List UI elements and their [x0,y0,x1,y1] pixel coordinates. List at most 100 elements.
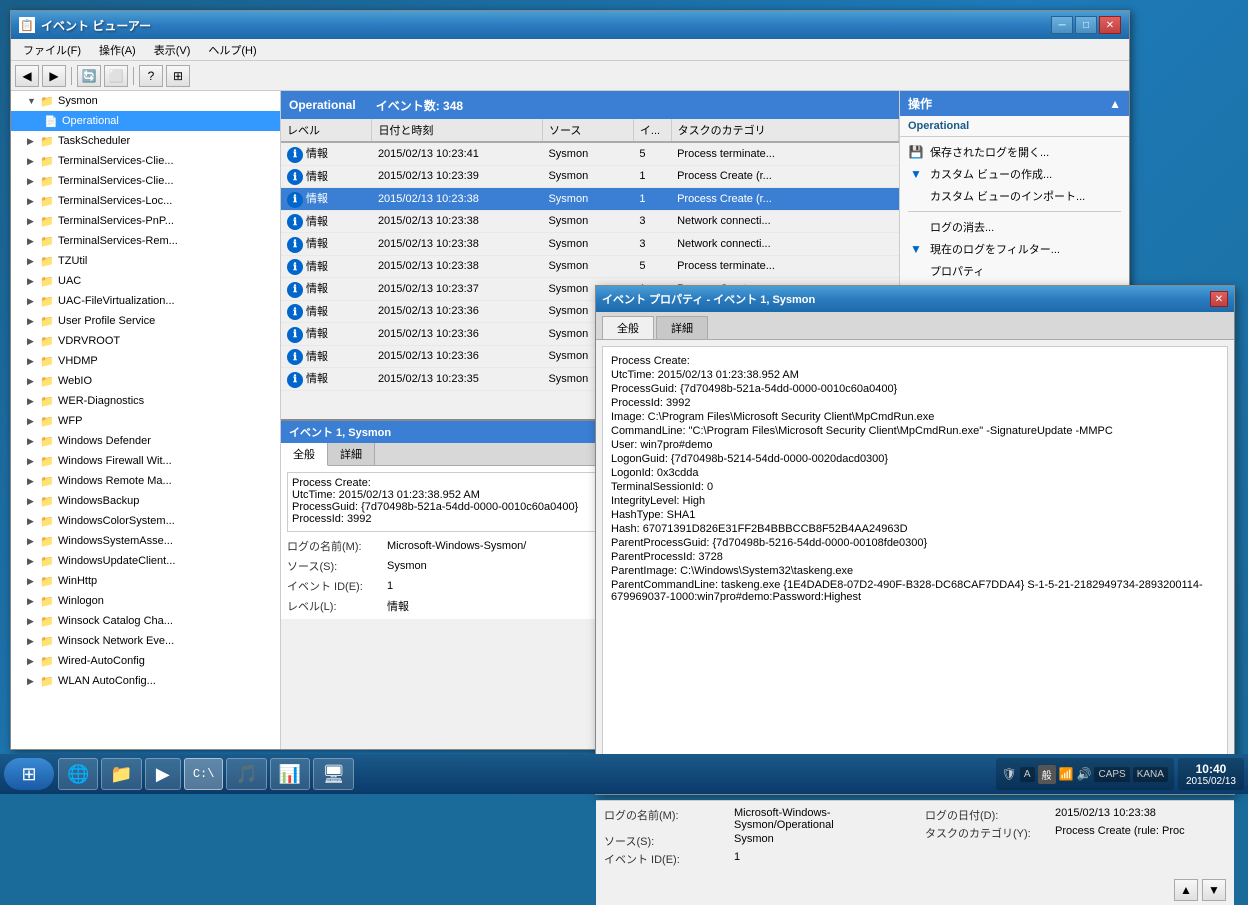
table-row[interactable]: ℹ 情報 2015/02/13 10:23:38 Sysmon 3 Networ… [281,233,899,256]
sidebar-item-tsvc2[interactable]: ▶ 📁 TerminalServices-Clie... [11,171,280,191]
open-log-icon: 💾 [908,144,924,160]
dialog-content-line: ParentImage: C:\Windows\System32\taskeng… [611,565,1219,577]
tree-arrow-userprofile: ▶ [27,316,39,327]
sidebar-item-winremote[interactable]: ▶ 📁 Windows Remote Ma... [11,471,280,491]
sidebar-item-taskscheduler[interactable]: ▶ 📁 TaskScheduler [11,131,280,151]
col-datetime[interactable]: 日付と時刻 [372,119,543,142]
dialog-next-button[interactable]: ▼ [1202,879,1226,901]
table-row[interactable]: ℹ 情報 2015/02/13 10:23:38 Sysmon 3 Networ… [281,210,899,233]
caps-indicator: CAPS [1094,767,1129,782]
lang-indicator[interactable]: KANA [1133,767,1168,782]
dialog-tab-detail[interactable]: 詳細 [656,316,708,339]
event-datetime: 2015/02/13 10:23:38 [372,233,543,256]
sidebar-item-winfirewall[interactable]: ▶ 📁 Windows Firewall Wit... [11,451,280,471]
ime-a-indicator[interactable]: A [1020,767,1035,782]
dialog-form-logdate: ログの日付(D): 2015/02/13 10:23:38 [925,807,1226,823]
menu-help[interactable]: ヘルプ(H) [200,40,264,60]
col-id[interactable]: イ... [633,119,671,142]
tree-arrow-winbackup: ▶ [27,496,39,507]
sidebar-item-tzutil[interactable]: ▶ 📁 TZUtil [11,251,280,271]
table-row[interactable]: ℹ 情報 2015/02/13 10:23:38 Sysmon 5 Proces… [281,255,899,278]
taskbar-folder-button[interactable]: 📁 [101,758,141,790]
forward-button[interactable]: ▶ [42,65,66,87]
action-open-log[interactable]: 💾 保存されたログを開く... [900,141,1129,163]
refresh-button[interactable]: 🔄 [77,65,101,87]
sidebar-item-wlan[interactable]: ▶ 📁 WLAN AutoConfig... [11,671,280,691]
taskbar-ie-button[interactable]: 🌐 [58,758,98,790]
event-id: 5 [633,142,671,165]
sidebar-item-winsock1[interactable]: ▶ 📁 Winsock Catalog Cha... [11,611,280,631]
event-level: ℹ 情報 [281,323,372,346]
sidebar-item-uac[interactable]: ▶ 📁 UAC [11,271,280,291]
info-icon: ℹ [287,327,303,343]
col-level[interactable]: レベル [281,119,372,142]
col-source[interactable]: ソース [542,119,633,142]
minimize-button[interactable]: ─ [1051,16,1073,34]
col-category[interactable]: タスクのカテゴリ [671,119,898,142]
action-clear-log[interactable]: ログの消去... [900,216,1129,238]
dialog-tab-general[interactable]: 全般 [602,316,654,339]
options-button[interactable]: ⊞ [166,65,190,87]
sidebar-item-uacfile[interactable]: ▶ 📁 UAC-FileVirtualization... [11,291,280,311]
sidebar-item-wfp[interactable]: ▶ 📁 WFP [11,411,280,431]
back-button[interactable]: ◀ [15,65,39,87]
sidebar-item-sysmon[interactable]: ▼ 📁 Sysmon [11,91,280,111]
action-properties[interactable]: プロパティ [900,260,1129,282]
sidebar-item-vhdmp[interactable]: ▶ 📁 VHDMP [11,351,280,371]
action-filter-log[interactable]: ▼ 現在のログをフィルター... [900,238,1129,260]
table-row[interactable]: ℹ 情報 2015/02/13 10:23:39 Sysmon 1 Proces… [281,165,899,188]
sidebar-item-windefender[interactable]: ▶ 📁 Windows Defender [11,431,280,451]
sidebar-item-winbackup[interactable]: ▶ 📁 WindowsBackup [11,491,280,511]
taskbar-remote-button[interactable]: 🖥 [313,758,354,790]
sidebar-item-operational[interactable]: 📄 Operational [11,111,280,131]
actions-header: 操作 ▲ [900,91,1129,116]
restore-button[interactable]: □ [1075,16,1097,34]
taskbar-net-button[interactable]: 📊 [270,758,310,790]
dialog-nav-buttons: ▲ ▼ [596,875,1234,905]
sidebar-item-wincolor[interactable]: ▶ 📁 WindowsColorSystem... [11,511,280,531]
taskbar-wmp-button[interactable]: 🎵 [226,758,266,790]
sidebar-item-winlogon[interactable]: ▶ 📁 Winlogon [11,591,280,611]
sidebar-item-winsock2[interactable]: ▶ 📁 Winsock Network Eve... [11,631,280,651]
tree-arrow-winsock1: ▶ [27,616,39,627]
dialog-prev-button[interactable]: ▲ [1174,879,1198,901]
sidebar-item-tsloc[interactable]: ▶ 📁 TerminalServices-Loc... [11,191,280,211]
action-create-view[interactable]: ▼ カスタム ビューの作成... [900,163,1129,185]
taskbar-cmd-button[interactable]: C:\ [184,758,224,790]
sidebar-item-userprofile[interactable]: ▶ 📁 User Profile Service [11,311,280,331]
folder-icon-wlan: 📁 [39,673,55,689]
window-title: イベント ビューアー [41,17,1045,34]
sidebar-item-wiredauto[interactable]: ▶ 📁 Wired-AutoConfig [11,651,280,671]
sidebar-item-winsysasse[interactable]: ▶ 📁 WindowsSystemAsse... [11,531,280,551]
ime-kana-indicator[interactable]: 般 [1038,765,1056,784]
sidebar-item-webio[interactable]: ▶ 📁 WebIO [11,371,280,391]
sidebar-tsloc-label: TerminalServices-Loc... [58,195,172,207]
folder-icon-wer: 📁 [39,393,55,409]
sidebar-item-tspnp[interactable]: ▶ 📁 TerminalServices-PnP... [11,211,280,231]
menu-view[interactable]: 表示(V) [146,40,199,60]
clock-area[interactable]: 10:40 2015/02/13 [1178,758,1244,790]
event-category: Process terminate... [671,142,898,165]
close-button[interactable]: ✕ [1099,16,1121,34]
taskbar-media-button[interactable]: ▶ [145,758,181,790]
event-level: ℹ 情報 [281,255,372,278]
stop-button[interactable]: ⬜ [104,65,128,87]
dialog-form-category: タスクのカテゴリ(Y): Process Create (rule: Proc [925,825,1226,841]
action-import-view[interactable]: カスタム ビューのインポート... [900,185,1129,207]
detail-tab-general[interactable]: 全般 [281,443,328,466]
menu-file[interactable]: ファイル(F) [15,40,89,60]
table-row[interactable]: ℹ 情報 2015/02/13 10:23:38 Sysmon 1 Proces… [281,188,899,211]
table-row[interactable]: ℹ 情報 2015/02/13 10:23:41 Sysmon 5 Proces… [281,142,899,165]
event-datetime: 2015/02/13 10:23:39 [372,165,543,188]
detail-tab-detail[interactable]: 詳細 [328,443,375,465]
help-button[interactable]: ? [139,65,163,87]
sidebar-item-tsrem[interactable]: ▶ 📁 TerminalServices-Rem... [11,231,280,251]
menu-action[interactable]: 操作(A) [91,40,144,60]
sidebar-item-vdrvroot[interactable]: ▶ 📁 VDRVROOT [11,331,280,351]
dialog-close-button[interactable]: ✕ [1210,291,1228,307]
sidebar-item-winupdate[interactable]: ▶ 📁 WindowsUpdateClient... [11,551,280,571]
start-button[interactable]: ⊞ [4,758,54,790]
sidebar-item-tsvc1[interactable]: ▶ 📁 TerminalServices-Clie... [11,151,280,171]
sidebar-item-winhttp[interactable]: ▶ 📁 WinHttp [11,571,280,591]
sidebar-item-wer[interactable]: ▶ 📁 WER-Diagnostics [11,391,280,411]
